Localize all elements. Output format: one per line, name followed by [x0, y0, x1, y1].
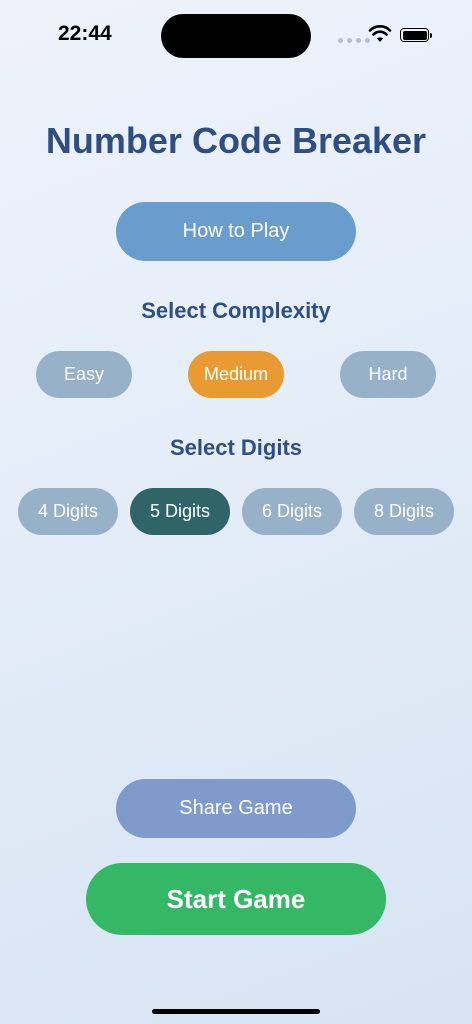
status-bar: 22:44	[0, 0, 472, 72]
start-game-button[interactable]: Start Game	[86, 863, 386, 935]
digits-label: Select Digits	[169, 435, 303, 460]
battery-icon	[400, 28, 432, 42]
dynamic-island	[161, 14, 311, 58]
home-indicator[interactable]	[152, 1009, 320, 1014]
share-game-button[interactable]: Share Game	[116, 779, 356, 838]
cellular-signal-icon	[338, 38, 370, 43]
status-time: 22:44	[58, 22, 112, 45]
complexity-label: Select Complexity	[141, 298, 331, 323]
digits-5-button[interactable]: 5 Digits	[130, 488, 230, 535]
complexity-medium-button[interactable]: Medium	[188, 351, 284, 398]
wifi-icon	[368, 25, 392, 42]
page-title: Number Code Breaker	[45, 120, 427, 161]
digits-6-button[interactable]: 6 Digits	[242, 488, 342, 535]
complexity-hard-button[interactable]: Hard	[340, 351, 436, 398]
digits-4-button[interactable]: 4 Digits	[18, 488, 118, 535]
digits-8-button[interactable]: 8 Digits	[354, 488, 454, 535]
how-to-play-button[interactable]: How to Play	[116, 202, 356, 261]
complexity-easy-button[interactable]: Easy	[36, 351, 132, 398]
